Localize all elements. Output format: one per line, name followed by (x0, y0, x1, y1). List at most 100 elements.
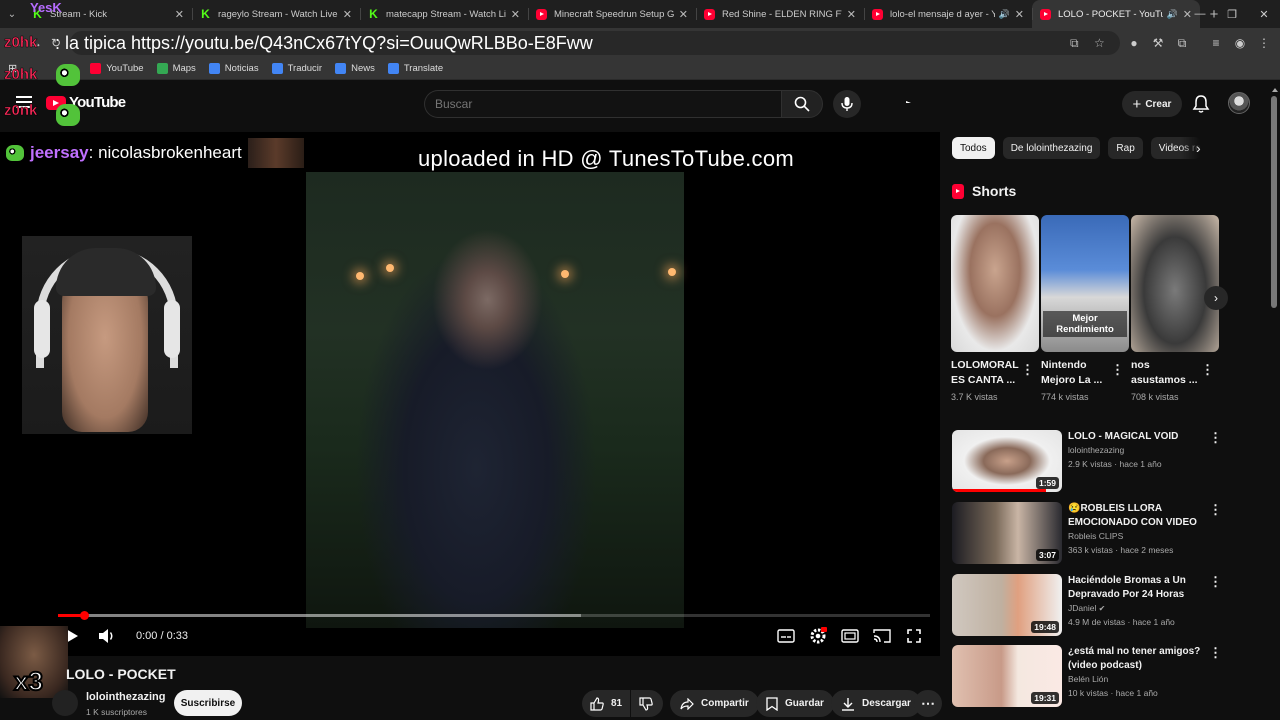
short-title[interactable]: LOLOMORAL ES CANTA ... (951, 358, 1021, 388)
video-title[interactable]: ¿está mal no tener amigos? (video podcas… (1068, 645, 1208, 673)
like-button[interactable]: 81 (582, 690, 630, 717)
filter-chip[interactable]: Videos re (1150, 137, 1201, 159)
video-thumbnail[interactable]: 1:59 (952, 430, 1062, 492)
short-thumbnail[interactable]: Mejor Rendimiento (1041, 215, 1129, 352)
channel-name[interactable]: lolointhezazing (86, 691, 165, 703)
subscribe-button[interactable]: Suscribirse (174, 690, 242, 716)
restore-icon[interactable]: ❐ (1216, 0, 1248, 28)
tab-audio-icon[interactable]: 🔊 (999, 9, 1010, 20)
share-button[interactable]: Compartir (670, 690, 759, 717)
search-input[interactable] (424, 90, 781, 118)
browser-tab[interactable]: Kmatecapp Stream - Watch Live ✕ (360, 0, 528, 28)
channel-name[interactable]: lolointhezazing (1068, 445, 1124, 455)
short-thumbnail[interactable] (1131, 215, 1219, 352)
recommended-video[interactable]: 3:07 😢ROBLEIS LLORA EMOCIONADO CON VIDEO … (952, 502, 1222, 568)
channel-name[interactable]: JDaniel ✔ (1068, 603, 1105, 613)
tab-audio-icon[interactable]: 🔊 (1167, 9, 1178, 20)
filter-chip[interactable]: Rap (1108, 137, 1143, 159)
close-window-icon[interactable]: ✕ (1248, 0, 1280, 28)
tab-close-icon[interactable]: ✕ (1015, 8, 1024, 21)
theater-mode-button[interactable] (840, 626, 860, 646)
recommended-video[interactable]: 19:31 ¿está mal no tener amigos? (video p… (952, 645, 1222, 711)
chevron-right-icon[interactable]: › (1196, 140, 1201, 156)
recommended-video[interactable]: 1:59 LOLO - MAGICAL VOID lolointhezazing 2.… (952, 430, 1222, 496)
bookmark-star-icon[interactable]: ☆ (1094, 31, 1105, 55)
browser-tab[interactable]: Red Shine - ELDEN RING FT ma ✕ (696, 0, 864, 28)
more-options-icon[interactable]: ⋮ (1209, 430, 1222, 446)
filter-chip[interactable]: Todos (952, 137, 995, 159)
video-duration: 19:31 (1031, 692, 1059, 704)
tab-close-icon[interactable]: ✕ (175, 8, 184, 21)
more-options-icon[interactable]: ⋮ (1209, 574, 1222, 590)
video-player[interactable]: uploaded in HD @ TunesToTube.com jeersay… (0, 132, 940, 656)
video-thumbnail[interactable]: 19:48 (952, 574, 1062, 636)
short-thumbnail[interactable] (951, 215, 1039, 352)
short-views: 774 k vistas (1041, 392, 1089, 402)
browser-menu-icon[interactable]: ⋮ (1254, 28, 1274, 58)
recommended-video[interactable]: 19:48 Haciéndole Bromas a Un Depravado Po… (952, 574, 1222, 640)
subtitles-button[interactable] (776, 626, 796, 646)
bookmark-item[interactable]: Maps (156, 63, 196, 74)
video-title[interactable]: LOLO - MAGICAL VOID (1068, 430, 1208, 444)
install-app-icon[interactable]: ⧉ (1070, 31, 1079, 55)
bookmark-item[interactable]: News (335, 63, 375, 74)
video-title[interactable]: Haciéndole Bromas a Un Depravado Por 24 … (1068, 574, 1208, 602)
browser-tab[interactable]: Minecraft Speedrun Setup Guid ✕ (528, 0, 696, 28)
channel-name[interactable]: Robleis CLIPS (1068, 531, 1123, 541)
short-title[interactable]: Nintendo Mejoro La ... (1041, 358, 1111, 388)
browser-tab[interactable]: Krageylo Stream - Watch Live on ✕ (192, 0, 360, 28)
progress-bar[interactable] (58, 611, 930, 620)
extensions-puzzle-icon[interactable]: ⧉ (1172, 28, 1192, 58)
more-options-icon[interactable]: ⋮ (1021, 362, 1034, 378)
browser-tab[interactable]: LOLO - POCKET - YouTube🔊✕ (1032, 0, 1200, 28)
save-button[interactable]: Guardar (756, 690, 834, 717)
video-title[interactable]: 😢ROBLEIS LLORA EMOCIONADO CON VIDEO DE .… (1068, 502, 1208, 530)
shorts-next-button[interactable]: › (1204, 286, 1228, 310)
video-thumbnail[interactable]: 3:07 (952, 502, 1062, 564)
browser-tab[interactable]: lolo-el mensaje d ayer - Yo 🔊 ✕ (864, 0, 1032, 28)
fullscreen-button[interactable] (904, 626, 924, 646)
extension-icon[interactable]: ⚒ (1148, 28, 1168, 58)
voice-search-button[interactable] (833, 90, 861, 118)
minimize-icon[interactable]: — (1184, 0, 1216, 28)
video-meta: 4.9 M de vistas · hace 1 año (1068, 617, 1175, 627)
short-title[interactable]: nos asustamos ... (1131, 358, 1201, 388)
cast-button[interactable] (872, 626, 892, 646)
more-options-icon[interactable]: ⋮ (1209, 645, 1222, 661)
dislike-button[interactable] (631, 690, 663, 717)
notifications-bell-icon[interactable] (1191, 94, 1211, 114)
bookmark-item[interactable]: Noticias (208, 63, 259, 74)
video-thumbnail[interactable]: 19:31 (952, 645, 1062, 707)
account-avatar[interactable] (1228, 92, 1250, 114)
video-frame (306, 172, 684, 628)
more-options-icon[interactable]: ⋮ (1209, 502, 1222, 518)
tab-close-icon[interactable]: ✕ (847, 8, 856, 21)
extension-icon[interactable]: ● (1124, 28, 1144, 58)
tab-search-icon[interactable]: ⌄ (0, 0, 24, 28)
reading-list-icon[interactable]: ≡ (1206, 28, 1226, 58)
create-button[interactable]: + Crear (1122, 91, 1182, 117)
progress-scrubber[interactable] (80, 611, 90, 620)
channel-name[interactable]: Belén Lión (1068, 674, 1108, 684)
settings-button[interactable] (808, 626, 828, 646)
bookmark-item[interactable]: Traducir (271, 63, 322, 74)
tab-close-icon[interactable]: ✕ (343, 8, 352, 21)
profile-icon[interactable]: ◉ (1230, 28, 1250, 58)
filter-chip[interactable]: De lolointhezazing (1002, 137, 1101, 159)
tab-close-icon[interactable]: ✕ (679, 8, 688, 21)
download-button[interactable]: Descargar (831, 690, 921, 717)
bookmark-item[interactable]: Translate (387, 63, 443, 74)
bookmark-item[interactable]: YouTube (90, 63, 144, 74)
more-options-icon[interactable]: ⋮ (1201, 362, 1214, 378)
video-overlay-text: uploaded in HD @ TunesToTube.com (418, 146, 794, 171)
bookmark-label: News (351, 63, 375, 74)
youtube-masthead: YouTube + Crear (0, 80, 1280, 128)
search-button[interactable] (781, 90, 823, 118)
channel-avatar[interactable] (52, 690, 78, 716)
more-actions-icon[interactable]: ⋯ (914, 690, 942, 717)
page-scrollbar[interactable] (1271, 96, 1277, 308)
scroll-up-arrow[interactable] (1272, 88, 1278, 92)
tab-close-icon[interactable]: ✕ (511, 8, 520, 21)
volume-button[interactable] (98, 626, 116, 646)
more-options-icon[interactable]: ⋮ (1111, 362, 1124, 378)
